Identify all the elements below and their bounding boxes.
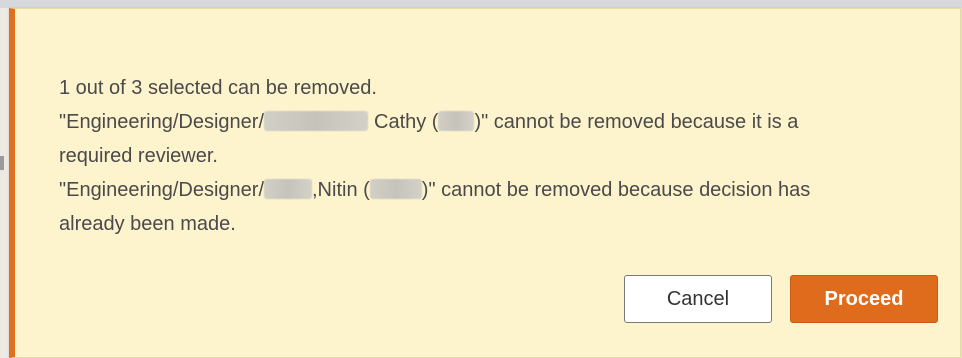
redacted-text [264,110,368,131]
item1-suffix: )" cannot be removed because it is a [474,111,799,133]
item2-suffix: )" cannot be removed because decision ha… [421,179,811,201]
backdrop-top-strip [0,0,962,8]
item1-continuation: required reviewer. [59,145,218,167]
item2-continuation: already been made. [59,213,236,235]
item2-line: "Engineering/Designer/ ,Nitin ( )" cannot … [59,173,949,207]
item1-name: Cathy ( [374,111,439,133]
backdrop-edge-mark [0,156,4,170]
summary-text: 1 out of 3 selected can be removed. [59,77,377,99]
redacted-text [369,178,422,199]
redacted-text [438,110,475,131]
item1-prefix: "Engineering/Designer/ [59,111,264,133]
proceed-button[interactable]: Proceed [790,275,938,323]
item2-name: ,Nitin ( [312,179,370,201]
item1-line: "Engineering/Designer/Cathy ( )" cannot b… [59,105,949,139]
warning-dialog: 1 out of 3 selected can be removed. "Eng… [9,8,961,358]
dialog-message: 1 out of 3 selected can be removed. "Eng… [59,71,949,241]
item2-prefix: "Engineering/Designer/ [59,179,264,201]
dialog-buttons: Cancel Proceed [624,275,938,323]
cancel-button[interactable]: Cancel [624,275,772,323]
redacted-text [264,178,312,199]
